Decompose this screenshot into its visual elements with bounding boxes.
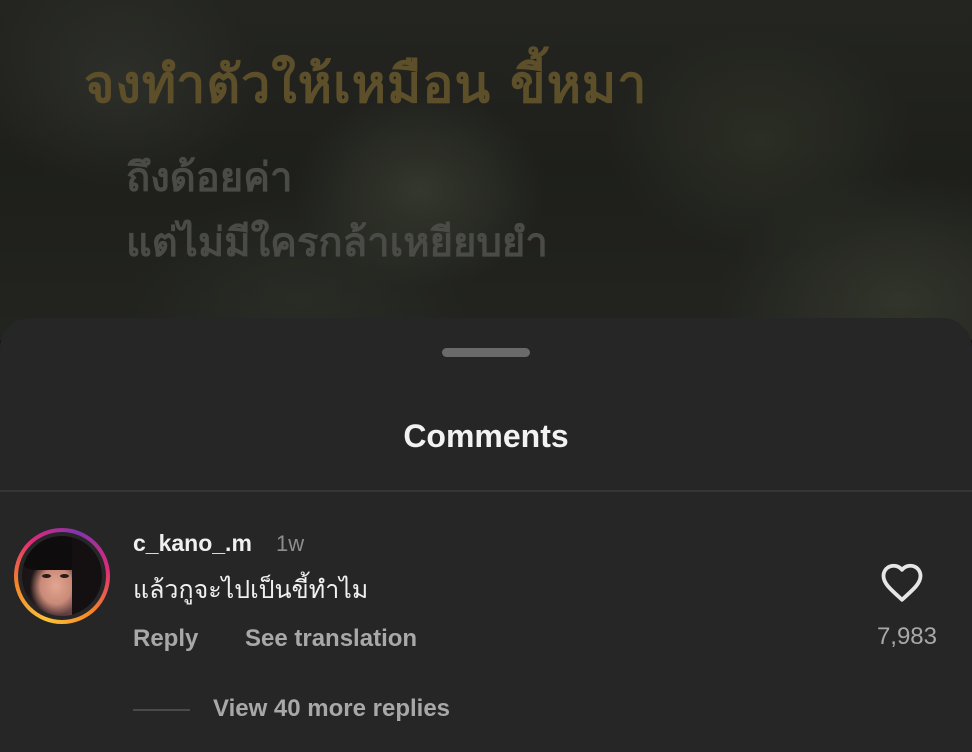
comment-username[interactable]: c_kano_.m bbox=[133, 530, 252, 557]
reply-button[interactable]: Reply bbox=[133, 625, 198, 653]
sheet-drag-handle[interactable] bbox=[442, 348, 530, 357]
post-line-2: แต่ไม่มีใครกล้าเหยียบยำ bbox=[126, 220, 548, 266]
post-background-image: จงทำตัวให้เหมือน ขี้หมา ถึงด้อยค่า แต่ไม… bbox=[0, 0, 972, 340]
avatar-eye-left bbox=[42, 574, 51, 578]
screen: จงทำตัวให้เหมือน ขี้หมา ถึงด้อยค่า แต่ไม… bbox=[0, 0, 972, 752]
replies-divider-line bbox=[133, 709, 190, 711]
sheet-title: Comments bbox=[403, 418, 569, 454]
avatar[interactable] bbox=[22, 536, 102, 616]
avatar-eye-right bbox=[60, 574, 69, 578]
avatar-story-ring[interactable] bbox=[14, 528, 110, 624]
divider bbox=[0, 490, 972, 492]
post-title-text: จงทำตัวให้เหมือน ขี้หมา bbox=[84, 55, 648, 115]
see-translation-button[interactable]: See translation bbox=[245, 625, 417, 653]
like-count: 7,983 bbox=[876, 623, 937, 650]
comment-timestamp: 1w bbox=[276, 531, 305, 556]
comment-text: แล้วกูจะไปเป็นขี้ทำไม bbox=[133, 575, 369, 604]
view-more-replies-button[interactable]: View 40 more replies bbox=[213, 695, 450, 723]
comments-sheet: Comments c_kano_.m 1w แล้วกูจะไปเป็นขี้ท… bbox=[0, 318, 972, 752]
heart-outline-icon[interactable] bbox=[879, 561, 925, 603]
avatar-hair-side bbox=[72, 536, 102, 616]
post-line-1: ถึงด้อยค่า bbox=[126, 155, 293, 201]
